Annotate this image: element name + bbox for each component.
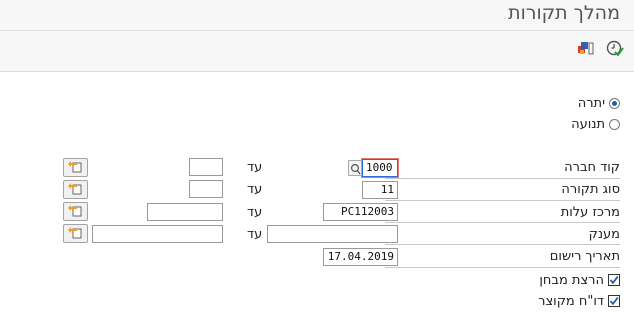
radio-balance[interactable]: [609, 97, 620, 109]
multiple-selection-icon: [68, 205, 82, 217]
search-help-button[interactable]: [348, 160, 362, 176]
multiple-selection-button[interactable]: [63, 224, 88, 243]
copy-layout-icon[interactable]: [574, 37, 596, 59]
row-divider: [385, 222, 620, 223]
multiple-selection-button[interactable]: [63, 158, 88, 177]
grant-to-label: עד: [247, 227, 263, 242]
multiple-selection-button[interactable]: [63, 202, 88, 221]
company-code-from-input[interactable]: 1000: [362, 159, 398, 177]
search-icon: [350, 163, 361, 175]
test-run-label: הרצת מבחן: [539, 272, 604, 288]
short-report-label: דו"ח מקוצר: [538, 293, 604, 309]
overhead-type-to-input[interactable]: [189, 180, 223, 198]
row-divider: [385, 200, 620, 201]
cost-center-to-label: עד: [247, 205, 263, 220]
posting-date-label: תאריך רישום: [549, 249, 620, 264]
short-report-checkbox[interactable]: [608, 295, 620, 307]
cost-center-from-input[interactable]: PC112003: [323, 203, 398, 221]
row-divider: [385, 267, 620, 268]
option-movement-label: תנועה: [571, 116, 605, 132]
grant-from-input[interactable]: [267, 225, 398, 243]
cost-center-to-input[interactable]: [147, 203, 223, 221]
company-code-label: קוד חברה: [564, 160, 620, 175]
title-bar: מהלך תקורות: [0, 0, 634, 30]
row-divider: [385, 178, 620, 179]
page-title: מהלך תקורות: [508, 2, 620, 24]
test-run-checkbox[interactable]: [608, 274, 620, 286]
radio-movement[interactable]: [609, 118, 620, 130]
row-divider: [385, 244, 620, 245]
check-icon: [609, 275, 619, 285]
short-report-checkbox-row[interactable]: דו"ח מקוצר: [538, 293, 620, 309]
option-movement[interactable]: תנועה: [571, 115, 620, 133]
overhead-type-from-input[interactable]: 11: [362, 181, 398, 199]
multiple-selection-icon: [68, 183, 82, 195]
overhead-type-to-label: עד: [247, 182, 263, 197]
multiple-selection-icon: [68, 227, 82, 239]
check-icon: [609, 296, 619, 306]
grant-to-input[interactable]: [92, 225, 223, 243]
multiple-selection-icon: [68, 161, 82, 173]
execute-clock-icon[interactable]: [604, 37, 626, 59]
multiple-selection-button[interactable]: [63, 180, 88, 199]
overhead-type-label: סוג תקורה: [561, 182, 620, 197]
option-balance-label: יתרה: [577, 95, 605, 111]
cost-center-label: מרכז עלות: [560, 205, 620, 220]
grant-label: מענק: [588, 227, 620, 242]
posting-date-input[interactable]: 17.04.2019: [323, 248, 398, 266]
company-code-to-label: עד: [247, 160, 263, 175]
toolbar: [0, 30, 634, 72]
option-balance[interactable]: יתרה: [578, 94, 620, 112]
company-code-to-input[interactable]: [189, 158, 223, 176]
test-run-checkbox-row[interactable]: הרצת מבחן: [539, 272, 620, 288]
